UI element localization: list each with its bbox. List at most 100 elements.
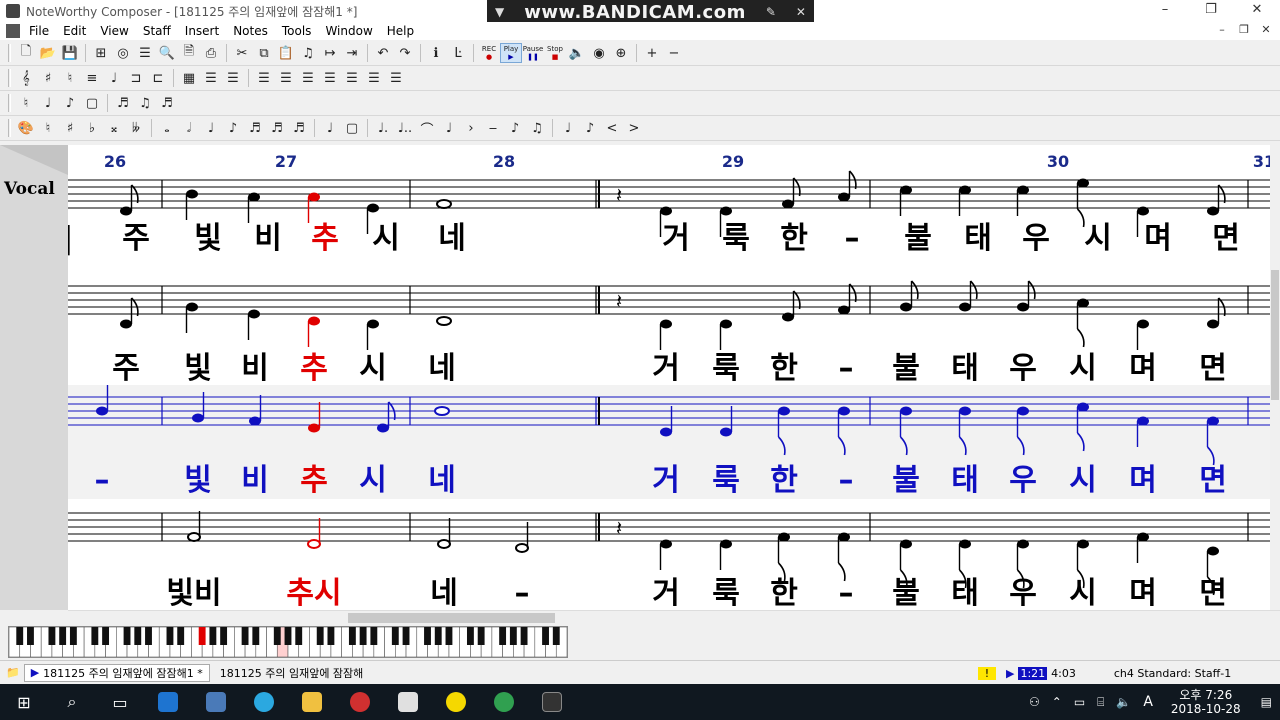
tempo-icon[interactable]: ♩ [103,68,125,88]
zoom-in-icon[interactable]: + [641,43,663,63]
beam-icon[interactable]: ♬ [112,93,134,113]
volume-icon[interactable]: 🔈 [1110,695,1137,709]
clef-icon[interactable]: 𝄞 [15,68,37,88]
chrome-icon[interactable] [480,684,528,720]
document-tab[interactable]: 181125 주의 임재앞에 잠잠해 [213,663,370,682]
quarter-icon[interactable]: ♩ [200,118,222,138]
time-sig-icon[interactable]: ♮ [59,68,81,88]
properties-icon[interactable]: ⊞ [90,43,112,63]
staff-props-icon[interactable]: ☰ [134,43,156,63]
stem-down-icon[interactable]: ♪ [579,118,601,138]
grace-note-icon[interactable]: ♪ [504,118,526,138]
cut-icon[interactable]: ✂ [231,43,253,63]
stem-up-icon[interactable]: ♩ [557,118,579,138]
sync-icon[interactable] [336,684,384,720]
staccato-icon[interactable]: ♩ [438,118,460,138]
mdi-restore-button[interactable]: ❐ [1234,23,1254,39]
bar-1-icon[interactable]: ☰ [253,68,275,88]
sixteenth-icon[interactable]: ♬ [244,118,266,138]
folder-icon[interactable]: 📁 [6,666,20,679]
rest-icon[interactable]: ▢ [341,118,363,138]
midi-icon[interactable]: ◉ [588,43,610,63]
explorer-icon[interactable] [288,684,336,720]
menu-edit[interactable]: Edit [56,24,93,38]
mdi-minimize-button[interactable]: – [1212,23,1232,39]
natural-icon[interactable]: ♮ [15,93,37,113]
menu-file[interactable]: File [22,24,56,38]
flat-icon[interactable]: ♭ [81,118,103,138]
globe-icon[interactable]: ⊕ [610,43,632,63]
edge-icon[interactable] [144,684,192,720]
dynamic-icon[interactable]: ≡ [81,68,103,88]
stop-button[interactable]: Stop ■ [544,43,566,63]
horizontal-scrollbar[interactable] [68,610,1280,624]
menu-insert[interactable]: Insert [178,24,226,38]
restore-button[interactable]: ❐ [1188,0,1234,22]
eighth-icon[interactable]: ♪ [222,118,244,138]
palette-icon[interactable]: 🎨 [15,118,37,138]
document-tab-active[interactable]: ▶ 181125 주의 임재앞에 잠잠해1 * [23,663,210,682]
people-icon[interactable]: ⚇ [1023,695,1046,709]
double-sharp-icon[interactable]: 𝄪 [103,118,125,138]
sixty-fourth-icon[interactable]: ♬ [288,118,310,138]
flow-icon[interactable]: ⊏ [147,68,169,88]
ime-indicator[interactable]: A [1137,694,1159,710]
rest-box-icon[interactable]: ▢ [81,93,103,113]
print-preview-icon[interactable]: 🗎 [178,43,200,63]
crescendo-icon[interactable]: < [601,118,623,138]
notification-icon[interactable]: ▤ [1253,695,1280,709]
sharp-icon[interactable]: ♯ [59,118,81,138]
key-sig-icon[interactable]: ♯ [37,68,59,88]
tenuto-icon[interactable]: ‒ [482,118,504,138]
half-note-icon[interactable]: 𝅗𝅥 [178,118,200,138]
bar-5-icon[interactable]: ☰ [341,68,363,88]
scroll-thumb[interactable] [348,613,555,623]
grid-icon[interactable]: ▦ [178,68,200,88]
zoom-icon[interactable]: 🔍 [156,43,178,63]
undo-icon[interactable]: ↶ [372,43,394,63]
start-icon[interactable]: ⊞ [0,684,48,720]
align-center-icon[interactable]: ☰ [222,68,244,88]
glasses-icon[interactable]: ◎ [112,43,134,63]
redo-icon[interactable]: ↷ [394,43,416,63]
new-file-icon[interactable]: 🗋 [15,43,37,63]
copy-icon[interactable]: ⧉ [253,43,275,63]
info-icon[interactable]: ℹ [425,43,447,63]
menu-staff[interactable]: Staff [136,24,178,38]
task-view-icon[interactable]: ▭ [96,684,144,720]
mail-icon[interactable] [384,684,432,720]
minimize-button[interactable]: – [1142,0,1188,22]
search-icon[interactable]: ⌕ [48,684,96,720]
menu-view[interactable]: View [93,24,135,38]
battery-icon[interactable]: ▭ [1068,695,1091,709]
save-icon[interactable]: 💾 [59,43,81,63]
text-icon[interactable]: Ŀ [447,43,469,63]
ending-icon[interactable]: ⊐ [125,68,147,88]
insert-icon[interactable]: ↦ [319,43,341,63]
ie-icon[interactable] [240,684,288,720]
accent-icon[interactable]: › [460,118,482,138]
quarter-note-icon[interactable]: ♩ [37,93,59,113]
natural-acc-icon[interactable]: ♮ [37,118,59,138]
paste-icon[interactable]: 📋 [275,43,297,63]
menu-tools[interactable]: Tools [275,24,319,38]
delete-icon[interactable]: ⇥ [341,43,363,63]
vertical-scrollbar[interactable] [1270,145,1280,610]
slur-icon[interactable]: ♬ [156,93,178,113]
volume-icon[interactable]: 🔈 [566,43,588,63]
triplet-note-icon[interactable]: ♫ [526,118,548,138]
dotted-icon[interactable]: ♩. [372,118,394,138]
bar-3-icon[interactable]: ☰ [297,68,319,88]
noteworthy-icon[interactable] [528,684,576,720]
mdi-close-button[interactable]: ✕ [1256,23,1276,39]
scroll-thumb[interactable] [1271,270,1279,400]
tie-icon[interactable]: ⌒ [416,118,438,138]
double-dot-icon[interactable]: ♩.. [394,118,416,138]
menu-notes[interactable]: Notes [226,24,275,38]
menu-help[interactable]: Help [380,24,421,38]
print-icon[interactable]: ⎙ [200,43,222,63]
score-canvas[interactable]: 26 27 28 29 30 31 𝄽 𝄽 𝄽 | 주 빛 비 추 시 네 거 룩 … [68,145,1270,610]
zoom-out-icon[interactable]: − [663,43,685,63]
bar-4-icon[interactable]: ☰ [319,68,341,88]
thirty-second-icon[interactable]: ♬ [266,118,288,138]
